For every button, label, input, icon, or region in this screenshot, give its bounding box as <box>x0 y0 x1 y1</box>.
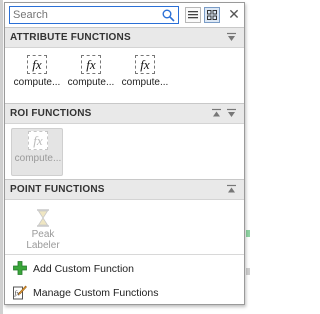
background-green-strip <box>246 230 250 237</box>
grid-view-button[interactable] <box>204 7 220 23</box>
function-item[interactable]: fx compute... <box>119 53 171 101</box>
section-header-point-functions[interactable]: POINT FUNCTIONS <box>5 179 244 200</box>
label-line-1: Peak <box>31 229 55 240</box>
collapse-section-icon[interactable] <box>226 108 237 119</box>
function-item[interactable]: fx compute... <box>11 53 63 101</box>
expand-section-icon[interactable] <box>211 108 222 119</box>
hourglass-icon <box>37 209 49 227</box>
section-title: ROI FUNCTIONS <box>10 108 92 119</box>
list-icon <box>188 11 198 19</box>
search-icon[interactable] <box>162 9 175 22</box>
section-header-roi-functions[interactable]: ROI FUNCTIONS <box>5 103 244 124</box>
label-line-2: Labeler <box>26 240 60 251</box>
section-title: POINT FUNCTIONS <box>10 184 105 195</box>
green-plus-icon <box>13 261 27 275</box>
grid-icon <box>207 10 217 20</box>
function-item-label: compute... <box>13 77 61 88</box>
list-view-button[interactable] <box>185 7 201 23</box>
fx-icon: fx <box>81 55 101 74</box>
add-custom-function-button[interactable]: Add Custom Function <box>5 258 244 280</box>
function-item-label: compute... <box>14 153 62 164</box>
divider <box>5 254 244 255</box>
search-input[interactable] <box>13 8 161 22</box>
function-item[interactable]: fx compute... <box>11 128 63 176</box>
fx-icon: fx <box>28 131 48 150</box>
section-header-attribute-functions[interactable]: ATTRIBUTE FUNCTIONS <box>5 27 244 48</box>
action-label: Manage Custom Functions <box>33 287 159 299</box>
background-gray-strip <box>246 268 250 275</box>
fx-icon: fx <box>27 55 47 74</box>
function-item-label: compute... <box>67 77 115 88</box>
section-title: ATTRIBUTE FUNCTIONS <box>10 32 131 43</box>
function-gallery-panel: ✕ ATTRIBUTE FUNCTIONS fx compute... fx c… <box>4 2 245 305</box>
action-label: Add Custom Function <box>33 263 134 275</box>
close-icon: ✕ <box>228 6 240 22</box>
fx-icon: fx <box>135 55 155 74</box>
expand-section-icon[interactable] <box>226 184 237 195</box>
function-item-peak-labeler[interactable]: Peak Labeler <box>17 206 69 252</box>
search-field[interactable] <box>9 6 179 24</box>
manage-edit-icon: fx <box>13 285 27 300</box>
collapse-section-icon[interactable] <box>226 32 237 43</box>
function-item-label: Peak Labeler <box>17 229 69 251</box>
background-window-edge <box>0 0 3 314</box>
manage-custom-functions-button[interactable]: fx Manage Custom Functions <box>5 282 244 304</box>
function-item-label: compute... <box>121 77 169 88</box>
function-item[interactable]: fx compute... <box>65 53 117 101</box>
close-button[interactable]: ✕ <box>227 6 241 22</box>
search-row: ✕ <box>5 3 244 27</box>
